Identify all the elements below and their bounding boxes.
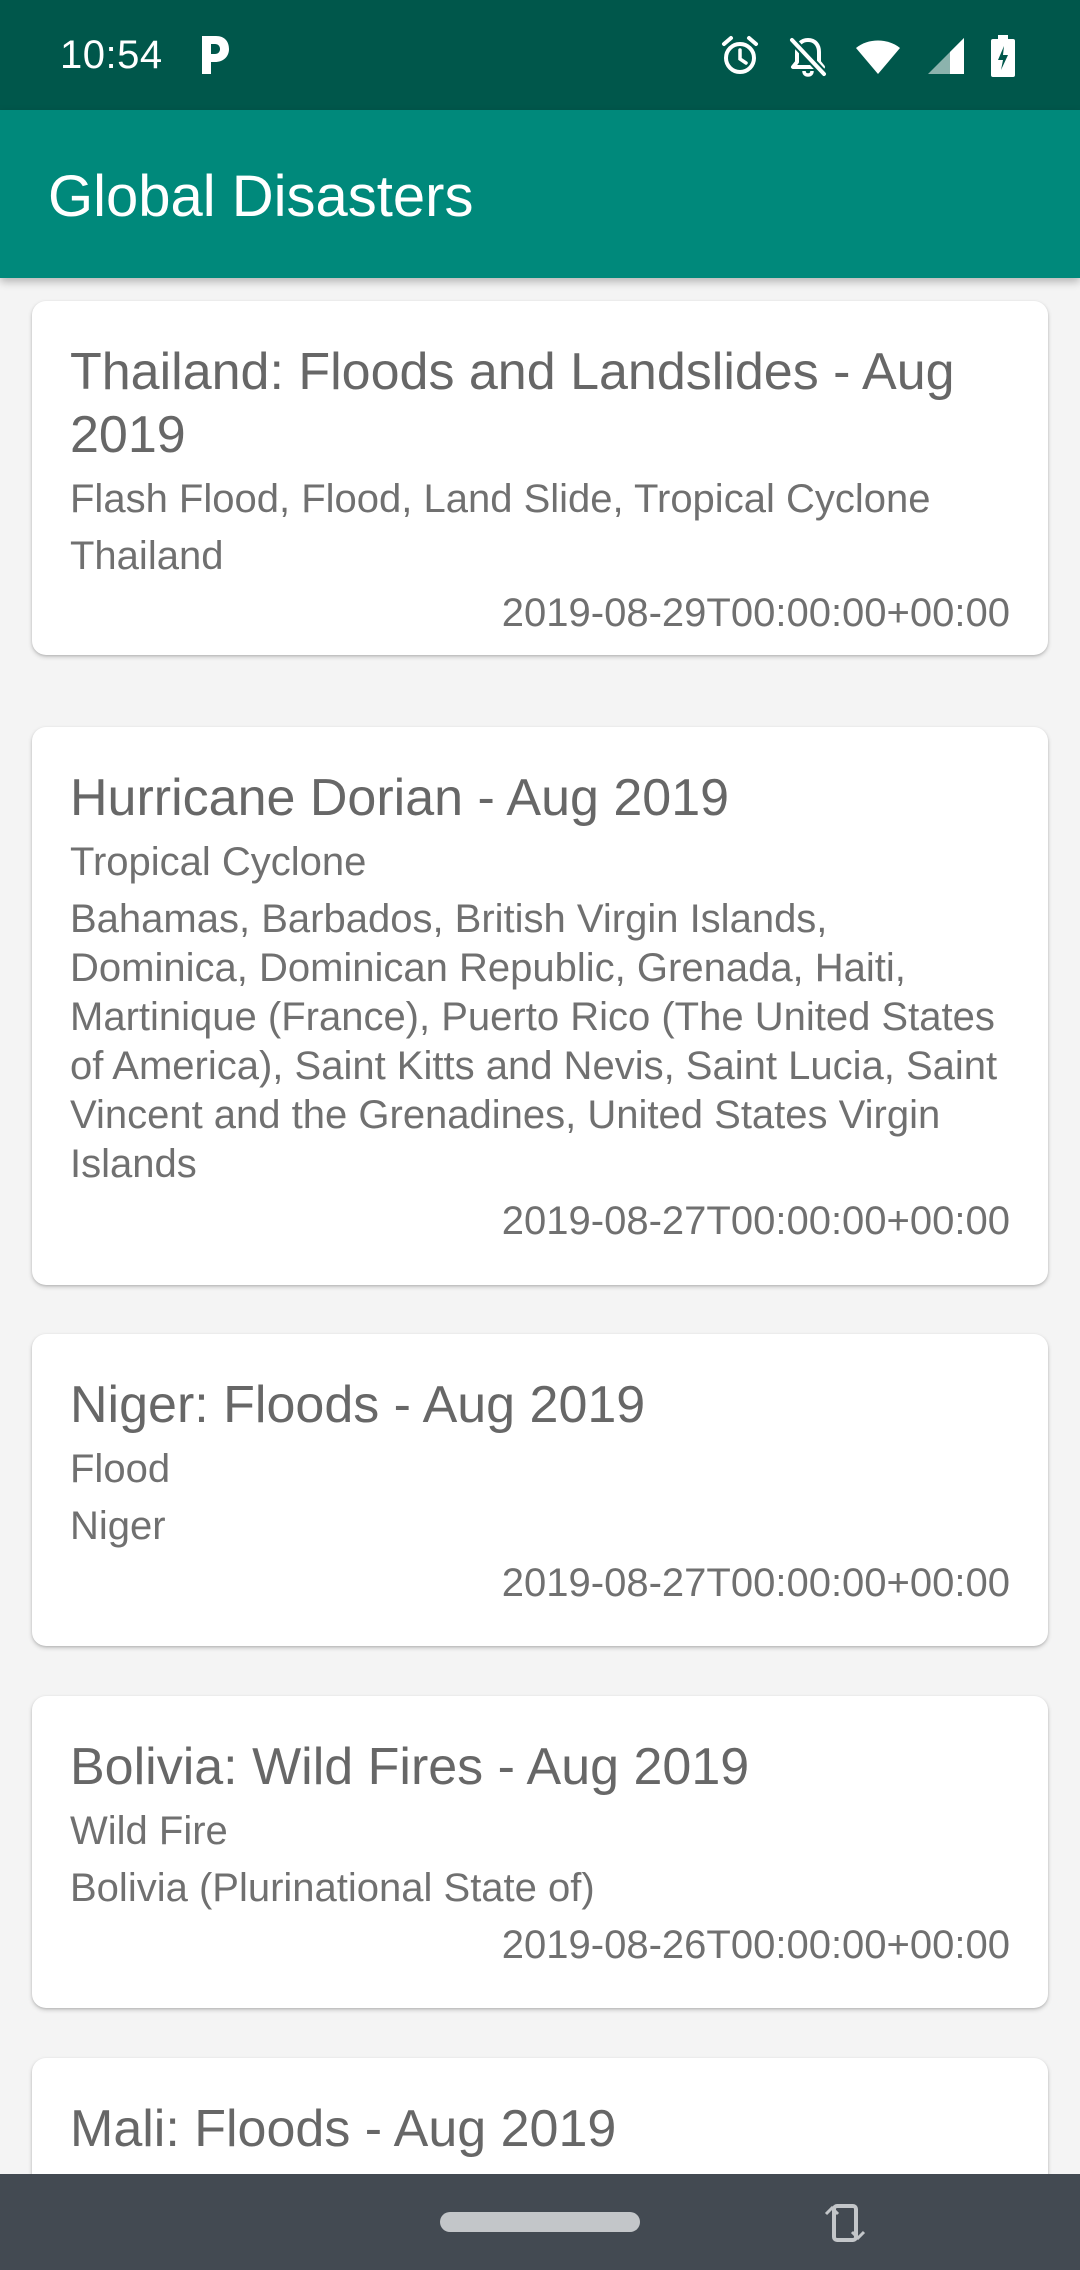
alarm-icon [722, 36, 758, 74]
disaster-title: Thailand: Floods and Landslides - Aug 20… [70, 343, 955, 464]
status-icons [718, 32, 1016, 80]
disaster-title: Bolivia: Wild Fires - Aug 2019 [70, 1738, 750, 1796]
disaster-date: 2019-08-27T00:00:00+00:00 [501, 1561, 1010, 1605]
disaster-types: Wild Fire [70, 1809, 228, 1853]
status-bar: 10:54 [0, 0, 1080, 110]
disaster-types: Flash Flood, Flood, Land Slide, Tropical… [70, 477, 931, 521]
rotate-screen-icon[interactable] [820, 2198, 870, 2248]
disaster-card[interactable]: Thailand: Floods and Landslides - Aug 20… [32, 301, 1048, 655]
disaster-countries: Bahamas, Barbados, British Virgin Island… [70, 897, 998, 1186]
disaster-card[interactable]: Hurricane Dorian - Aug 2019 Tropical Cyc… [32, 727, 1048, 1285]
status-time: 10:54 [60, 33, 163, 77]
wifi-icon [856, 40, 900, 74]
disaster-title: Hurricane Dorian - Aug 2019 [70, 769, 730, 827]
disaster-card[interactable]: Bolivia: Wild Fires - Aug 2019 Wild Fire… [32, 1696, 1048, 2008]
disaster-date: 2019-08-29T00:00:00+00:00 [501, 591, 1010, 635]
parking-icon [202, 36, 229, 74]
disaster-countries: Bolivia (Plurinational State of) [70, 1866, 595, 1910]
disaster-countries: Niger [70, 1504, 166, 1548]
notifications-off-icon [789, 37, 827, 77]
cell-signal-icon [928, 38, 964, 74]
app-title: Global Disasters [48, 164, 474, 229]
battery-icon [991, 35, 1015, 77]
disaster-types: Tropical Cyclone [70, 840, 367, 884]
disaster-title: Mali: Floods - Aug 2019 [70, 2100, 617, 2158]
disaster-types: Flood [70, 1447, 171, 1491]
disaster-card[interactable]: Mali: Floods - Aug 2019 [32, 2058, 1048, 2174]
navigation-bar [0, 2174, 1080, 2270]
disaster-date: 2019-08-27T00:00:00+00:00 [501, 1199, 1010, 1243]
disaster-list[interactable]: Thailand: Floods and Landslides - Aug 20… [0, 278, 1080, 2174]
disaster-title: Niger: Floods - Aug 2019 [70, 1376, 646, 1434]
disaster-countries: Thailand [70, 534, 224, 578]
home-handle[interactable] [440, 2212, 640, 2232]
disaster-date: 2019-08-26T00:00:00+00:00 [501, 1923, 1010, 1967]
disaster-card[interactable]: Niger: Floods - Aug 2019 Flood Niger 201… [32, 1334, 1048, 1646]
app-bar: Global Disasters [0, 110, 1080, 278]
